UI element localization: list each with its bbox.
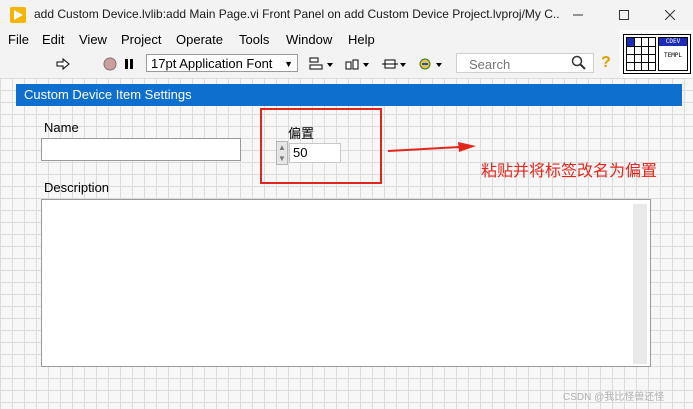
menu-view[interactable]: View [79, 32, 107, 47]
description-label: Description [44, 180, 110, 195]
minimize-button[interactable] [555, 0, 601, 30]
window-title: add Custom Device.lvlib:add Main Page.vi… [34, 7, 559, 21]
vi-icon[interactable]: CDEV TEMPL [623, 34, 691, 74]
vi-icon-art: CDEV TEMPL [658, 37, 688, 71]
menu-window[interactable]: Window [286, 32, 332, 47]
font-select-value: 17pt Application Font [151, 56, 273, 71]
menu-tools[interactable]: Tools [239, 32, 269, 47]
highlight-box [260, 108, 382, 184]
annotation-arrow-icon [388, 142, 476, 152]
align-icon[interactable] [307, 55, 337, 73]
description-scrollbar[interactable] [633, 204, 647, 364]
chevron-down-icon: ▼ [284, 59, 293, 69]
front-panel: Custom Device Item Settings Name 偏置 ▲ ▼ … [0, 78, 693, 409]
description-field[interactable] [41, 199, 651, 367]
menu-help[interactable]: Help [348, 32, 375, 47]
search-field[interactable] [456, 53, 594, 73]
font-select[interactable]: 17pt Application Font ▼ [146, 54, 298, 72]
help-icon[interactable]: ? [601, 54, 617, 72]
section-header: Custom Device Item Settings [16, 84, 682, 106]
annotation-text: 粘贴并将标签改名为偏置 [481, 163, 658, 180]
resize-icon[interactable] [380, 55, 410, 73]
connector-pane[interactable] [626, 37, 656, 71]
abort-icon[interactable] [102, 55, 118, 73]
menu-bar: File Edit View Project Operate Tools Win… [0, 30, 620, 50]
menu-operate[interactable]: Operate [176, 32, 223, 47]
search-icon[interactable] [571, 55, 587, 74]
menu-edit[interactable]: Edit [42, 32, 64, 47]
reorder-icon[interactable] [416, 55, 446, 73]
vi-icon-line2: TEMPL [663, 52, 683, 59]
run-arrow-icon[interactable] [55, 55, 71, 73]
close-button[interactable] [647, 0, 693, 30]
pause-icon[interactable] [123, 55, 135, 73]
menu-file[interactable]: File [8, 32, 29, 47]
name-label: Name [44, 120, 79, 135]
labview-icon [10, 7, 26, 23]
toolbar: 17pt Application Font ▼ ? [0, 50, 620, 78]
vi-icon-line1: CDEV [659, 38, 687, 46]
maximize-button[interactable] [601, 0, 647, 30]
watermark: CSDN @我比怪兽还怪 [563, 392, 665, 403]
name-field[interactable] [41, 138, 241, 161]
search-input[interactable] [467, 55, 571, 73]
title-bar: add Custom Device.lvlib:add Main Page.vi… [0, 0, 693, 30]
distribute-icon[interactable] [343, 55, 373, 73]
menu-project[interactable]: Project [121, 32, 161, 47]
